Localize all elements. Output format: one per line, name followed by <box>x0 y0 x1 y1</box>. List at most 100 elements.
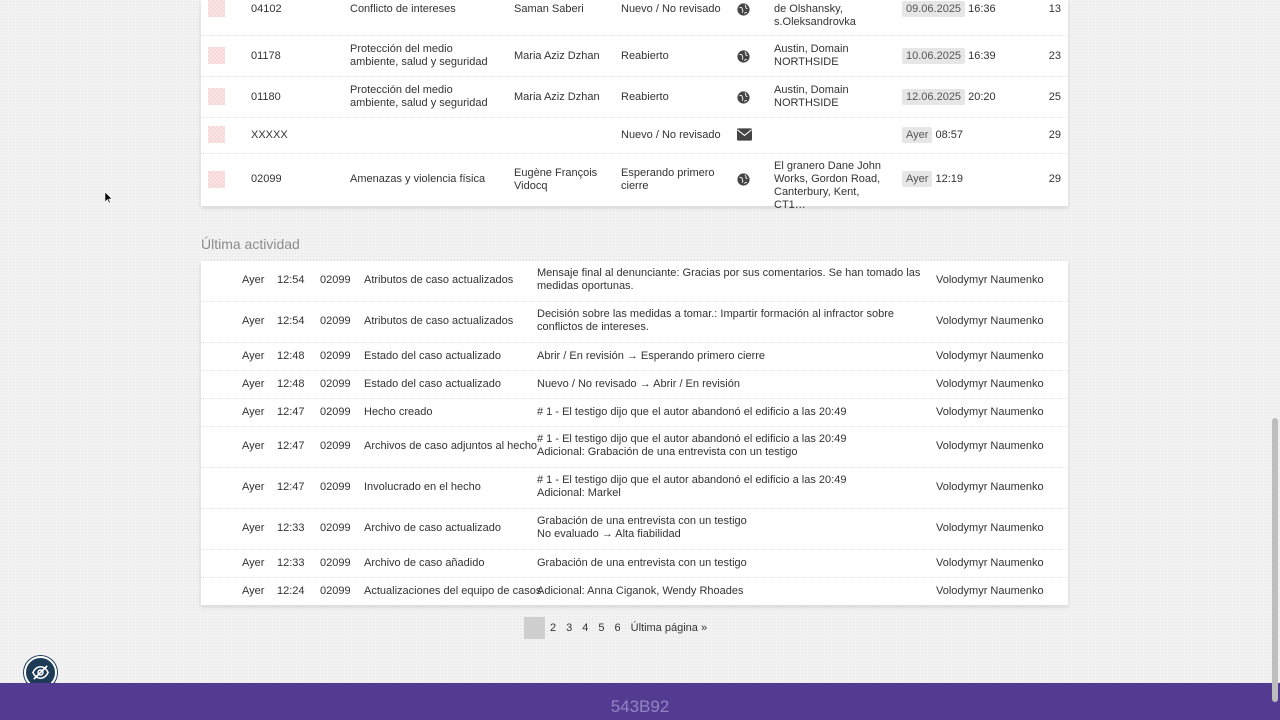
case-reporter: Eugène François Vidocq <box>514 167 598 192</box>
page-link-6[interactable]: 6 <box>610 617 626 639</box>
activity-row[interactable]: Ayer 12:48 02099 Estado del caso actuali… <box>201 371 1068 399</box>
activity-case-id[interactable]: 02099 <box>320 378 351 391</box>
activity-time: 12:54 <box>277 274 305 286</box>
activity-event: Hecho creado <box>364 406 433 418</box>
case-id[interactable]: 01180 <box>251 91 281 104</box>
activity-case-id[interactable]: 02099 <box>320 522 351 535</box>
activity-case-id[interactable]: 02099 <box>320 481 351 494</box>
case-flag <box>208 171 225 188</box>
activity-case-id[interactable]: 02099 <box>320 440 351 453</box>
activity-detail: # 1 - El testigo dijo que el autor aband… <box>537 474 847 499</box>
activity-user: Volodymyr Naumenko <box>936 274 1044 286</box>
activity-user: Volodymyr Naumenko <box>936 557 1044 569</box>
case-time: 20:20 <box>968 91 996 103</box>
table-row[interactable]: 02099 Amenazas y violencia física Eugène… <box>201 154 1068 211</box>
pagination: 1 2 3 4 5 6 Última página » <box>524 617 712 639</box>
activity-event: Atributos de caso actualizados <box>364 274 514 286</box>
activity-case-id[interactable]: 02099 <box>320 557 351 570</box>
table-row[interactable]: 04102 Conflicto de intereses Saman Saber… <box>201 0 1068 36</box>
case-date: 12.06.2025 20:20 <box>902 89 996 105</box>
activity-row[interactable]: Ayer 12:33 02099 Archivo de caso añadido… <box>201 550 1068 578</box>
activity-case-id[interactable]: 02099 <box>320 585 351 598</box>
date-badge: 09.06.2025 <box>902 1 966 17</box>
page-link-5[interactable]: 5 <box>593 617 609 639</box>
case-id[interactable]: 04102 <box>251 3 282 16</box>
activity-row[interactable]: Ayer 12:24 02099 Actualizaciones del equ… <box>201 578 1068 605</box>
case-date: Ayer 12:19 <box>902 171 963 187</box>
activity-user: Volodymyr Naumenko <box>936 522 1044 534</box>
activity-detail: Abrir / En revisión → Esperando primero … <box>537 350 766 362</box>
activity-event: Archivo de caso añadido <box>364 557 485 569</box>
activity-day: Ayer <box>242 557 265 569</box>
case-status: Reabierto <box>621 50 669 62</box>
activity-time: 12:47 <box>277 406 305 418</box>
case-flag <box>208 47 225 64</box>
activity-time: 12:33 <box>277 557 305 569</box>
activity-row[interactable]: Ayer 12:54 02099 Atributos de caso actua… <box>201 302 1068 343</box>
case-time: 12:19 <box>935 173 964 185</box>
case-count: 29 <box>1048 129 1061 141</box>
activity-detail: Nuevo / No revisado → Abrir / En revisió… <box>537 378 740 390</box>
case-category: Amenazas y violencia física <box>350 173 486 185</box>
activity-event: Estado del caso actualizado <box>364 378 501 390</box>
case-reporter: Maria Aziz Dzhan <box>514 50 600 62</box>
date-badge: 12.06.2025 <box>902 89 966 105</box>
activity-user: Volodymyr Naumenko <box>936 406 1044 418</box>
table-row[interactable]: XXXXX Nuevo / No revisado Ayer 08:57 29 <box>201 118 1068 154</box>
case-time: 08:57 <box>935 129 964 141</box>
activity-time: 12:48 <box>277 378 305 390</box>
table-row[interactable]: 01180 Protección del medio ambiente, sal… <box>201 77 1068 118</box>
activity-event: Involucrado en el hecho <box>364 481 481 493</box>
footer: 543B92 <box>0 683 1280 720</box>
activity-user: Volodymyr Naumenko <box>936 378 1044 390</box>
footer-code: 543B92 <box>610 697 670 716</box>
activity-user: Volodymyr Naumenko <box>936 440 1044 452</box>
cases-table: 04102 Conflicto de intereses Saman Saber… <box>201 0 1068 211</box>
case-category: Protección del medio ambiente, salud y s… <box>350 43 488 68</box>
last-page-link[interactable]: Última página » <box>626 617 712 639</box>
activity-day: Ayer <box>242 350 265 362</box>
page-link-2[interactable]: 2 <box>545 617 561 639</box>
activity-day: Ayer <box>242 522 265 534</box>
globe-icon <box>737 173 750 186</box>
case-category: Protección del medio ambiente, salud y s… <box>350 84 488 109</box>
case-date: 10.06.2025 16:39 <box>902 48 996 64</box>
case-count: 25 <box>1048 91 1061 103</box>
case-id[interactable]: XXXXX <box>251 129 288 142</box>
page-link-4[interactable]: 4 <box>577 617 593 639</box>
activity-time: 12:54 <box>277 315 305 327</box>
scrollbar-thumb[interactable] <box>1272 418 1278 702</box>
activity-user: Volodymyr Naumenko <box>936 350 1044 362</box>
activity-row[interactable]: Ayer 12:47 02099 Hecho creado # 1 - El t… <box>201 399 1068 427</box>
case-count: 13 <box>1048 3 1061 15</box>
case-count: 23 <box>1048 50 1061 62</box>
activity-case-id[interactable]: 02099 <box>320 315 351 328</box>
activity-row[interactable]: Ayer 12:33 02099 Archivo de caso actuali… <box>201 509 1068 550</box>
activity-user: Volodymyr Naumenko <box>936 481 1044 493</box>
activity-row[interactable]: Ayer 12:48 02099 Estado del caso actuali… <box>201 343 1068 371</box>
activity-detail: Grabación de una entrevista con un testi… <box>537 557 747 569</box>
case-id[interactable]: 01178 <box>251 50 281 63</box>
page-link-3[interactable]: 3 <box>561 617 577 639</box>
activity-time: 12:47 <box>277 440 305 452</box>
activity-day: Ayer <box>242 274 265 286</box>
activity-case-id[interactable]: 02099 <box>320 274 351 287</box>
case-time: 16:39 <box>968 50 996 62</box>
activity-case-id[interactable]: 02099 <box>320 350 351 363</box>
activity-day: Ayer <box>242 378 265 390</box>
globe-icon <box>737 50 750 63</box>
case-id[interactable]: 02099 <box>251 173 282 186</box>
case-time: 16:36 <box>968 3 996 15</box>
activity-day: Ayer <box>242 585 265 597</box>
case-flag <box>208 88 225 105</box>
scrollbar[interactable] <box>1270 0 1280 702</box>
globe-icon <box>737 3 750 16</box>
case-location: Austin, Domain NORTHSIDE <box>774 43 849 68</box>
activity-event: Atributos de caso actualizados <box>364 315 514 327</box>
table-row[interactable]: 01178 Protección del medio ambiente, sal… <box>201 36 1068 77</box>
activity-case-id[interactable]: 02099 <box>320 406 351 419</box>
activity-row[interactable]: Ayer 12:54 02099 Atributos de caso actua… <box>201 261 1068 302</box>
activity-row[interactable]: Ayer 12:47 02099 Archivos de caso adjunt… <box>201 427 1068 468</box>
activity-row[interactable]: Ayer 12:47 02099 Involucrado en el hecho… <box>201 468 1068 509</box>
cursor-icon <box>105 192 113 204</box>
